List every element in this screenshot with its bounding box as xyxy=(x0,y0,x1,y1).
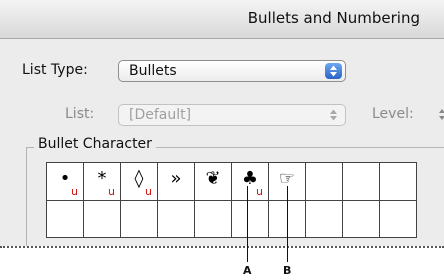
dialog-title: Bullets and Numbering xyxy=(247,9,420,27)
callout-line-a xyxy=(247,186,248,262)
level-label: Level: xyxy=(372,106,414,122)
bullet-character-legend: Bullet Character xyxy=(34,136,156,152)
bullet-cell[interactable] xyxy=(305,162,343,201)
bullet-glyph: » xyxy=(170,168,182,189)
bullet-glyph: ❦ xyxy=(205,168,221,189)
bullet-cell[interactable]: * u xyxy=(83,162,121,201)
up-down-arrows-icon xyxy=(325,107,342,123)
bullet-cell-empty[interactable] xyxy=(46,200,84,238)
callout-label-b: B xyxy=(283,264,292,277)
bullet-cell[interactable]: » xyxy=(157,162,195,201)
crop-edge-line xyxy=(0,246,444,248)
list-type-select[interactable]: Bullets xyxy=(118,60,346,82)
list-value: [Default] xyxy=(129,107,192,123)
unicode-marker: u xyxy=(71,185,78,198)
bullet-cell[interactable] xyxy=(379,162,417,201)
bullet-cell[interactable] xyxy=(342,162,380,201)
up-down-arrows-icon xyxy=(325,63,342,79)
callout-line-b xyxy=(287,186,288,262)
unicode-marker: u xyxy=(108,185,115,198)
bullet-cell[interactable]: • u xyxy=(46,162,84,201)
bullet-cell[interactable]: ♣ u xyxy=(231,162,269,201)
bullet-cell-empty[interactable] xyxy=(194,200,232,238)
bullet-cell-empty[interactable] xyxy=(83,200,121,238)
callout-label-a: A xyxy=(243,264,252,277)
title-bar: Bullets and Numbering xyxy=(0,0,444,39)
bullet-cell-empty[interactable] xyxy=(379,200,417,238)
bullets-and-numbering-dialog: Bullets and Numbering List Type: Bullets… xyxy=(0,0,444,246)
bullet-cell-empty[interactable] xyxy=(305,200,343,238)
bullet-cell[interactable]: ◊ u xyxy=(120,162,158,201)
bullet-cell[interactable]: ❦ xyxy=(194,162,232,201)
unicode-marker: u xyxy=(145,185,152,198)
unicode-marker: u xyxy=(256,185,263,198)
bullet-cell-empty[interactable] xyxy=(342,200,380,238)
group-border xyxy=(26,147,27,246)
list-type-label: List Type: xyxy=(22,62,88,78)
list-label: List: xyxy=(65,106,95,122)
bullet-cell-empty[interactable] xyxy=(120,200,158,238)
bullet-cell-empty[interactable] xyxy=(157,200,195,238)
bullet-cell-empty[interactable] xyxy=(231,200,269,238)
list-select[interactable]: [Default] xyxy=(118,104,346,126)
list-type-value: Bullets xyxy=(129,63,177,79)
level-stepper[interactable] xyxy=(438,104,444,126)
bullet-character-grid: • u * u ◊ u » ❦ ♣ u ☞ xyxy=(46,162,417,238)
